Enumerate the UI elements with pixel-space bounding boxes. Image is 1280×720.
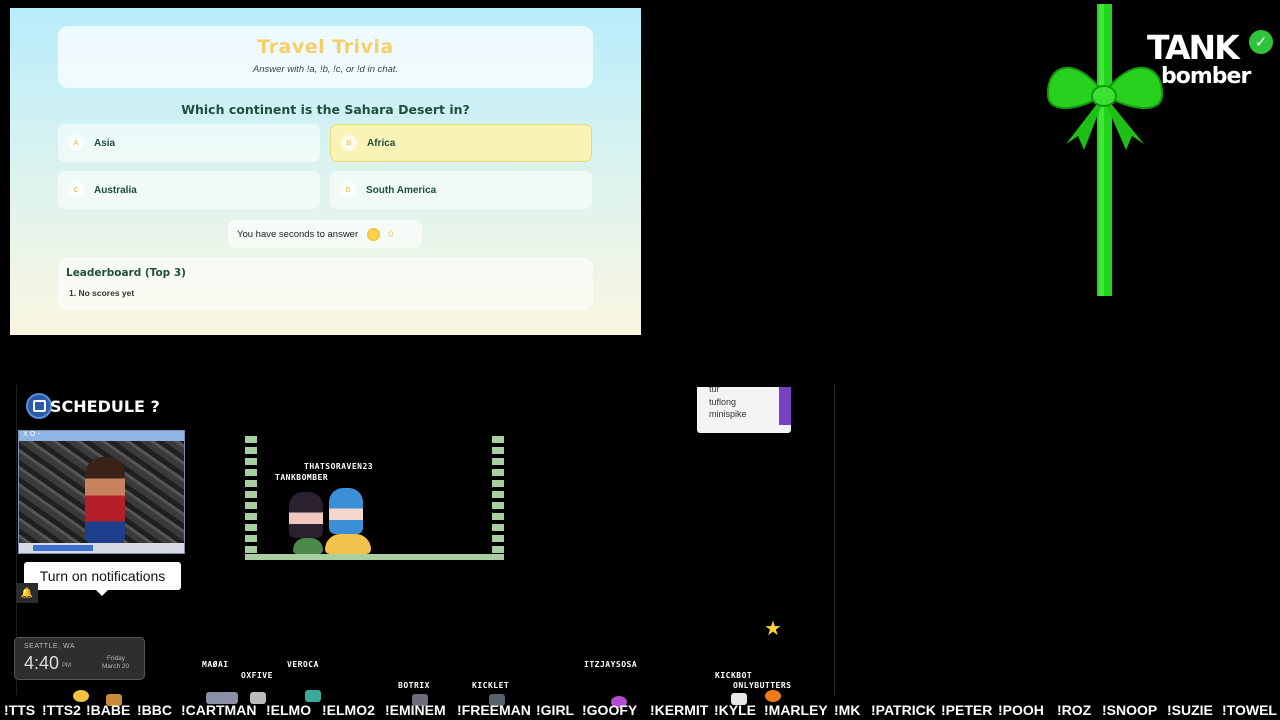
command-item: !TTS: [4, 702, 36, 718]
trivia-panel: Travel Trivia Answer with !a, !b, !c, or…: [10, 8, 641, 335]
option-text: Australia: [94, 184, 137, 196]
clock-ampm: PM: [62, 663, 71, 669]
video-player[interactable]: X O -: [18, 430, 185, 554]
chat-line: tuflong: [709, 397, 737, 407]
command-item: !BABE: [86, 702, 131, 718]
command-item: !SNOOP: [1102, 702, 1158, 718]
command-item: !SUZIE: [1167, 702, 1213, 718]
game-arena: THATSORAVEN23 TANKBOMBER: [245, 436, 504, 562]
option-d: D South America: [330, 171, 592, 209]
arena-wall-left: [245, 436, 257, 556]
clock-day: Friday: [107, 655, 126, 662]
command-item: !EMINEM: [385, 702, 446, 718]
command-item: !MK: [834, 702, 861, 718]
weather-clock-widget: SEATTLE, WA 4:40 PM Friday March 20: [14, 637, 145, 680]
calendar-icon: [26, 393, 52, 419]
chat-line: minispike: [709, 409, 747, 419]
answer-timer: You have seconds to answer 0: [228, 220, 422, 248]
command-item: !FREEMAN: [457, 702, 531, 718]
command-item: !TTS2: [42, 702, 81, 718]
weather-city: SEATTLE, WA: [24, 643, 76, 650]
slime-sprite: [325, 534, 371, 554]
slime-sprite: [293, 538, 323, 554]
video-frame: [19, 441, 184, 545]
schedule-header[interactable]: SCHEDULE ?: [26, 393, 160, 419]
leaderboard: Leaderboard (Top 3) 1. No scores yet: [58, 258, 593, 310]
chat-accent-bar: [779, 387, 791, 425]
window-controls: X O -: [23, 430, 41, 438]
command-item: !GIRL: [536, 702, 575, 718]
command-item: !MARLEY: [764, 702, 828, 718]
player-name: TANKBOMBER: [275, 473, 329, 482]
command-item: !POOH: [998, 702, 1044, 718]
option-text: South America: [366, 184, 437, 196]
game-characters: [289, 488, 379, 554]
command-item: !PETER: [941, 702, 993, 718]
logo-text-top: TANK: [1147, 28, 1240, 67]
command-item: !ROZ: [1057, 702, 1092, 718]
option-c: C Australia: [58, 171, 320, 209]
clock-date: March 20: [102, 663, 130, 670]
command-ticker: !TTS !TTS2 !BABE !BBC !CARTMAN !ELMO !EL…: [0, 700, 1280, 720]
player-name: ONLYBUTTERS: [733, 681, 792, 690]
command-item: !BBC: [137, 702, 172, 718]
arena-floor: [245, 554, 504, 560]
player-name: KICKLET: [472, 681, 510, 690]
option-letter: C: [68, 182, 84, 198]
command-item: !CARTMAN: [181, 702, 257, 718]
bell-icon[interactable]: 🔔: [16, 583, 38, 603]
timer-text: You have seconds to answer: [237, 228, 359, 240]
player-name: THATSORAVEN23: [304, 462, 374, 471]
option-a: A Asia: [58, 124, 320, 162]
chat-panel: tur tuflong minispike: [697, 384, 791, 433]
command-item: !KERMIT: [650, 702, 709, 718]
leaderboard-row: 1. No scores yet: [69, 288, 135, 298]
player-name: KICKBOT: [715, 671, 753, 680]
star-icon: ★: [764, 616, 782, 640]
player-name: MAØAI: [202, 660, 229, 669]
option-letter: A: [68, 135, 84, 151]
player-name: OXFIVE: [241, 671, 273, 680]
trivia-header: Travel Trivia Answer with !a, !b, !c, or…: [58, 26, 593, 88]
channel-logo: TANK ✓ bomber: [1145, 0, 1280, 100]
sun-icon: [367, 227, 381, 241]
command-item: !GOOFY: [582, 702, 638, 718]
option-text: Africa: [367, 137, 396, 149]
video-progress-bar[interactable]: [19, 543, 184, 553]
player-name: BOTRIX: [398, 681, 430, 690]
option-letter: D: [340, 182, 356, 198]
video-figure: [85, 457, 125, 543]
player-name: VEROCA: [287, 660, 319, 669]
character-sprite: [289, 492, 323, 538]
video-title-bar: X O -: [19, 431, 184, 441]
logo-text-bottom: bomber: [1161, 64, 1251, 89]
schedule-label: SCHEDULE ?: [50, 396, 160, 416]
overlay-divider: [834, 385, 835, 695]
notification-tooltip: Turn on notifications: [24, 562, 181, 596]
timer-value: 0: [388, 228, 394, 240]
trivia-title: Travel Trivia: [257, 36, 394, 58]
arena-wall-right: [492, 436, 504, 556]
trivia-question: Which continent is the Sahara Desert in?: [181, 102, 470, 117]
clock-time: 4:40: [24, 653, 60, 673]
command-item: !ELMO: [266, 702, 312, 718]
character-sprite: [329, 488, 363, 534]
trivia-subtitle: Answer with !a, !b, !c, or !d in chat.: [252, 64, 399, 75]
command-item: !KYLE: [714, 702, 756, 718]
option-letter: B: [341, 135, 357, 151]
command-item: !ELMO2: [322, 702, 375, 718]
option-b: B Africa: [330, 124, 592, 162]
option-text: Asia: [94, 137, 116, 149]
player-name: ITZJAYSOSA: [584, 660, 638, 669]
leaderboard-title: Leaderboard (Top 3): [66, 267, 186, 279]
verified-check-icon: ✓: [1249, 30, 1273, 54]
chat-line: tur: [709, 384, 720, 394]
command-item: !PATRICK: [871, 702, 936, 718]
command-item: !TOWEL: [1222, 702, 1277, 718]
